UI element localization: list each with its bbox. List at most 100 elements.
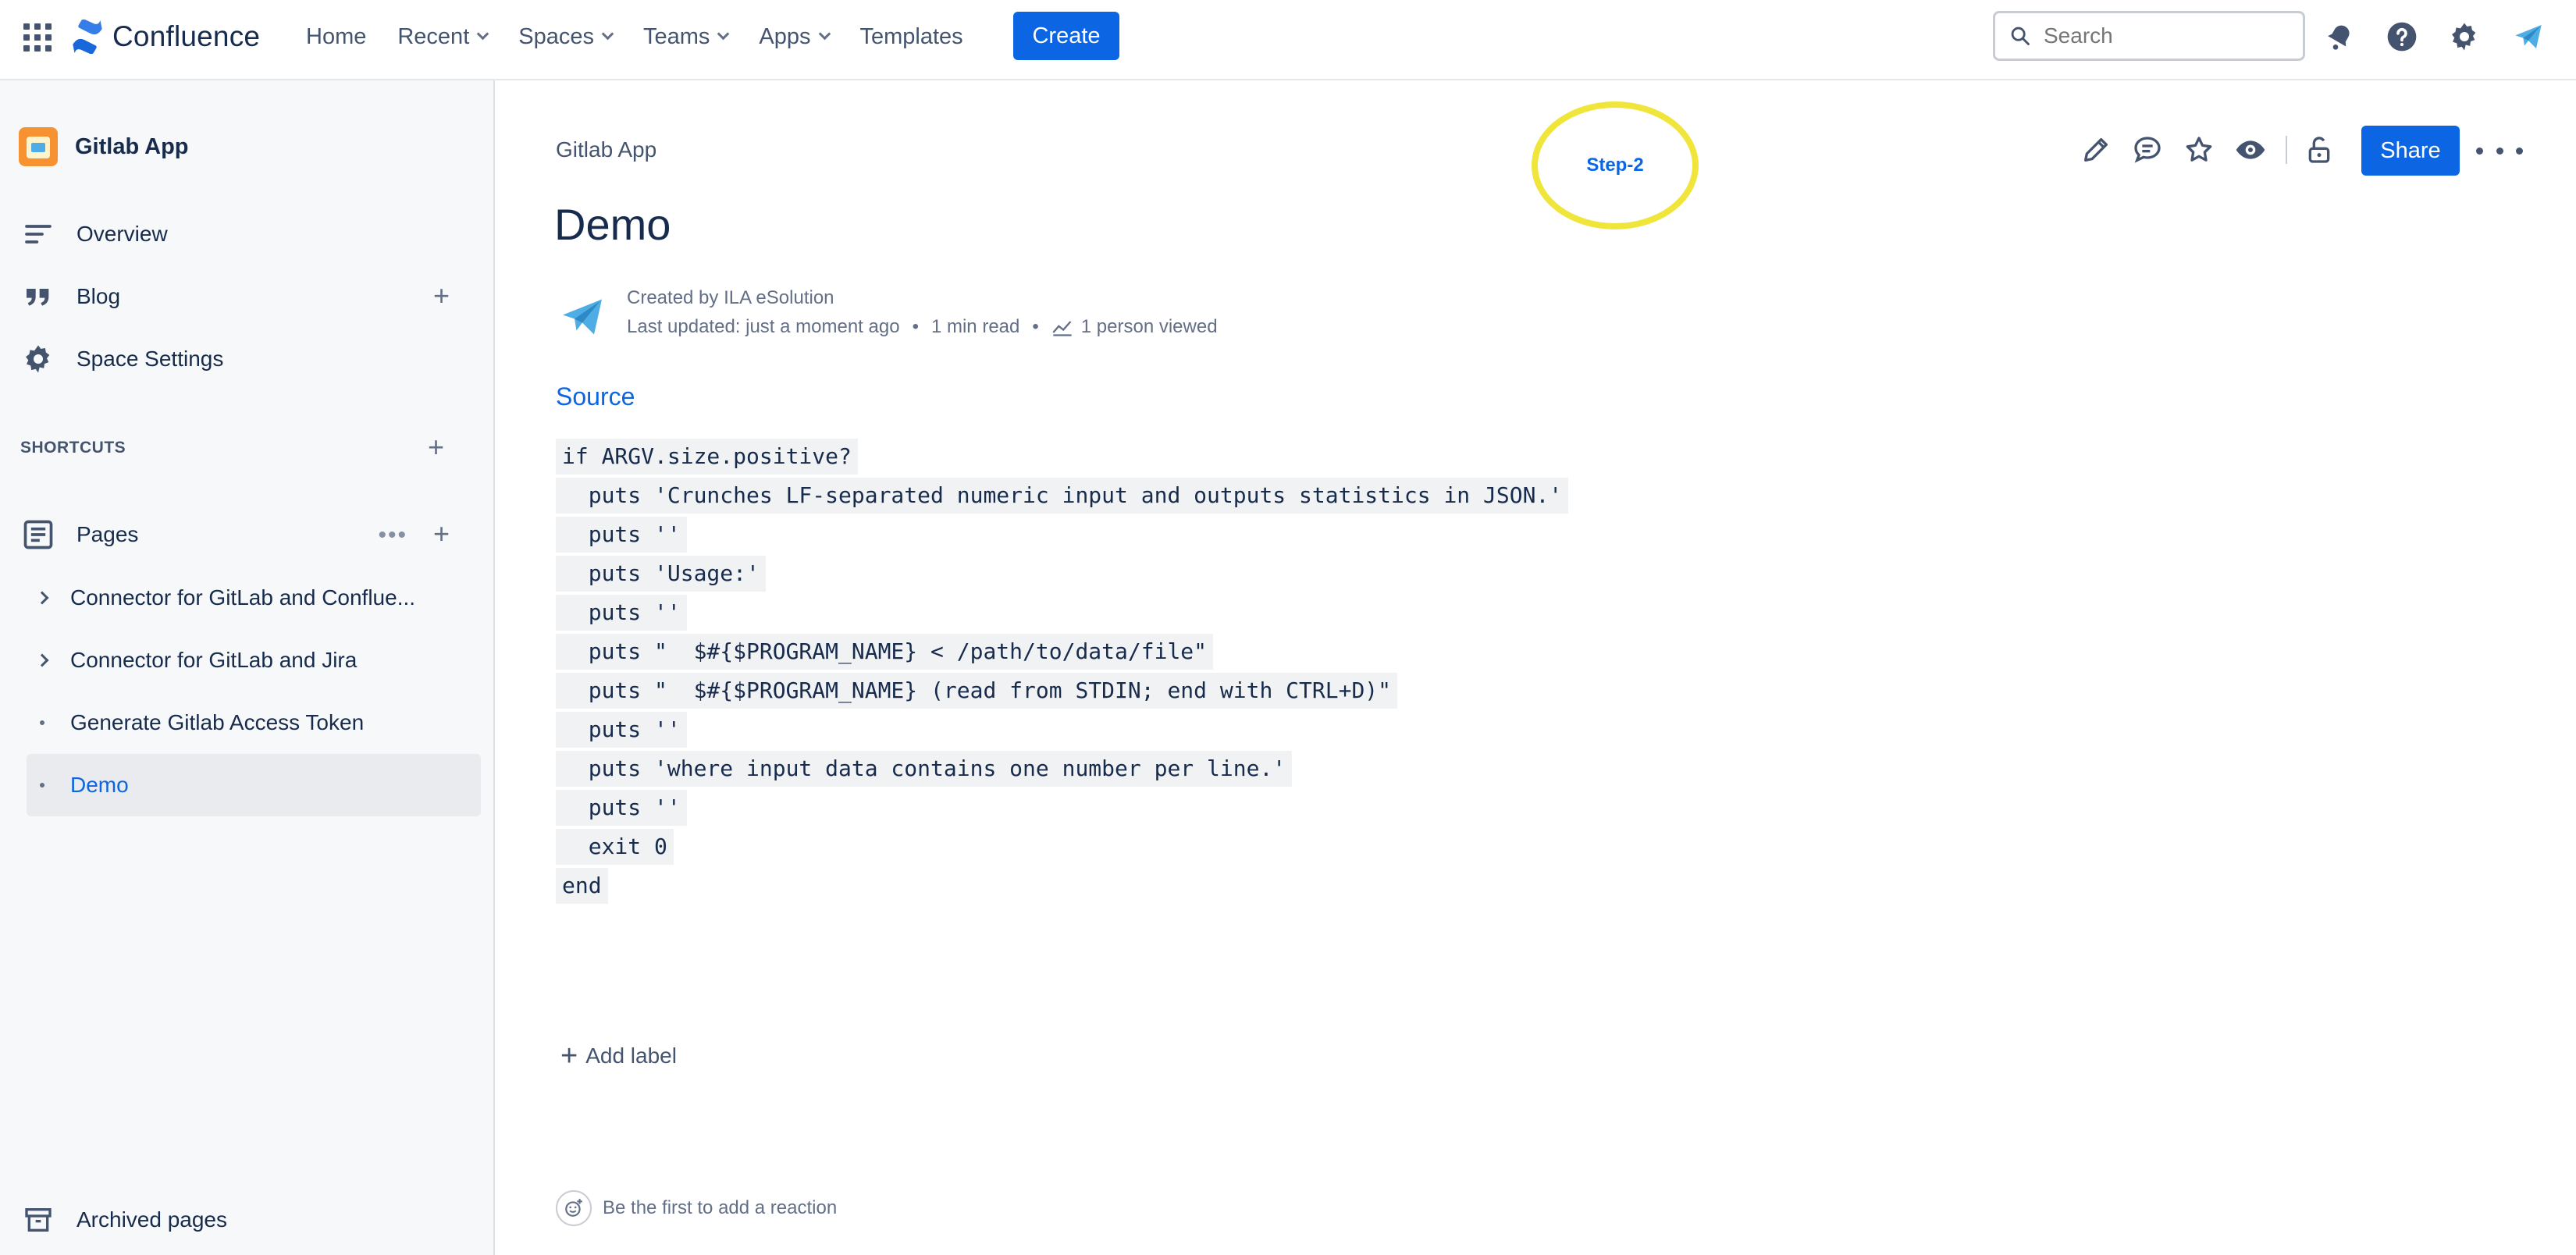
chevron-down-icon [717,27,730,40]
sidebar-item-label: Space Settings [76,347,224,371]
space-name: Gitlab App [75,133,189,159]
views-count[interactable]: 1 person viewed [1081,316,1218,338]
code-line: if ARGV.size.positive? [556,437,1568,476]
more-options-icon[interactable]: ••• [378,522,407,549]
more-actions-icon[interactable] [2476,137,2523,165]
chevron-down-icon [818,27,831,40]
add-label-button[interactable]: + Add label [560,1040,677,1072]
nav-home-label: Home [306,23,367,49]
nav-templates[interactable]: Templates [860,24,963,50]
created-by: Created by ILA eSolution [627,287,834,308]
nav-apps-label: Apps [759,23,811,49]
code-line: puts 'Usage:' [556,554,1568,593]
sidebar-item-overview[interactable]: Overview [19,211,481,258]
breadcrumb[interactable]: Gitlab App [556,137,656,162]
chevron-down-icon [476,27,489,40]
reaction-area: Be the first to add a reaction [556,1190,837,1226]
overview-icon [19,215,58,254]
meta-separator: • [1032,316,1039,337]
read-time: 1 min read [930,316,1020,337]
watch-eye-icon[interactable] [2231,130,2270,169]
help-icon[interactable] [2384,19,2420,55]
app-name: Confluence [112,20,261,52]
nav-teams-label: Teams [642,23,710,49]
code-line: end [556,866,1568,905]
add-page-icon[interactable]: + [433,520,450,548]
code-line: exit 0 [556,827,1568,866]
space-avatar-icon [19,127,58,166]
analytics-icon [1052,321,1072,336]
page-tree-item[interactable]: Connector for GitLab and Jira [27,629,481,691]
reaction-prompt: Be the first to add a reaction [603,1197,838,1218]
profile-avatar-icon[interactable] [2510,19,2546,55]
toolbar-divider [2286,136,2287,164]
app-switcher-icon[interactable] [23,23,52,52]
plus-icon: + [560,1040,578,1072]
expand-chevron-icon[interactable] [27,653,58,667]
step-annotation: Step-2 [1532,101,1699,229]
code-line: puts '' [556,593,1568,632]
code-line: puts '' [556,710,1568,749]
add-reaction-icon[interactable] [556,1190,592,1226]
page-tree-label: Generate Gitlab Access Token [70,710,365,734]
nav-home[interactable]: Home [306,24,366,50]
star-icon[interactable] [2179,130,2218,169]
nav-apps[interactable]: Apps [759,23,831,50]
page-meta: Last updated: just a moment ago • 1 min … [627,316,1218,338]
page-title: Demo [554,200,671,249]
sidebar-item-label: Overview [76,222,168,246]
nav-recent[interactable]: Recent [397,23,489,50]
add-shortcut-icon[interactable]: + [428,431,444,464]
shortcuts-heading: SHORTCUTS [20,439,126,457]
page-tree-item[interactable]: Generate Gitlab Access Token [27,691,481,754]
code-line: puts 'where input data contains one numb… [556,749,1568,788]
section-heading: Source [556,382,635,411]
page-tree-label: Demo [70,773,129,797]
notifications-icon[interactable] [2322,19,2357,55]
top-navigation-bar: Confluence Home Recent Spaces Teams Apps… [0,0,2576,80]
code-line: puts 'Crunches LF-separated numeric inpu… [556,476,1569,515]
add-blog-icon[interactable]: + [433,282,450,310]
page-tree-item[interactable]: Connector for GitLab and Conflue... [27,567,481,629]
expand-chevron-icon[interactable] [27,591,58,605]
primary-nav: Home Recent Spaces Teams Apps Templates [306,17,994,56]
page-tree-label: Connector for GitLab and Conflue... [70,585,416,610]
nav-recent-label: Recent [397,23,470,49]
comment-icon[interactable] [2128,130,2167,169]
restrictions-unlock-icon[interactable] [2300,130,2339,169]
code-line: puts " $#{$PROGRAM_NAME} (read from STDI… [556,671,1568,710]
archived-pages-label: Archived pages [76,1207,228,1232]
confluence-logo-icon [73,20,102,54]
code-line: puts '' [556,515,1568,554]
share-button[interactable]: Share [2361,126,2460,176]
settings-icon[interactable] [2446,19,2482,55]
meta-separator: • [912,316,919,337]
space-header[interactable]: Gitlab App [19,127,189,166]
page-tree-item-active[interactable]: Demo [27,754,481,816]
confluence-logo[interactable]: Confluence [70,17,260,56]
archived-pages-link[interactable]: Archived pages [19,1204,227,1235]
sidebar-item-label: Pages [76,522,139,546]
chevron-down-icon [601,27,614,40]
sidebar-item-space-settings[interactable]: Space Settings [19,336,481,382]
archive-icon [19,1204,58,1235]
step-annotation-label: Step-2 [1586,155,1644,176]
search-box[interactable] [1993,11,2305,61]
nav-spaces[interactable]: Spaces [518,23,614,50]
sidebar-item-blog[interactable]: Blog + [19,273,481,320]
gear-icon [19,340,58,379]
author-avatar-icon[interactable] [559,293,606,340]
pages-icon [19,515,58,554]
nav-templates-label: Templates [859,23,963,49]
add-label-text: Add label [585,1043,677,1068]
page-actions-toolbar [2076,125,2351,175]
page-tree-label: Connector for GitLab and Jira [70,648,358,672]
nav-teams[interactable]: Teams [642,23,730,50]
code-line: puts '' [556,788,1568,827]
sidebar-item-pages[interactable]: Pages ••• + [19,511,481,558]
nav-spaces-label: Spaces [518,23,594,49]
last-updated[interactable]: Last updated: just a moment ago [627,316,900,338]
create-button[interactable]: Create [1013,12,1119,60]
search-input[interactable] [2044,23,2293,48]
edit-icon[interactable] [2076,130,2115,169]
